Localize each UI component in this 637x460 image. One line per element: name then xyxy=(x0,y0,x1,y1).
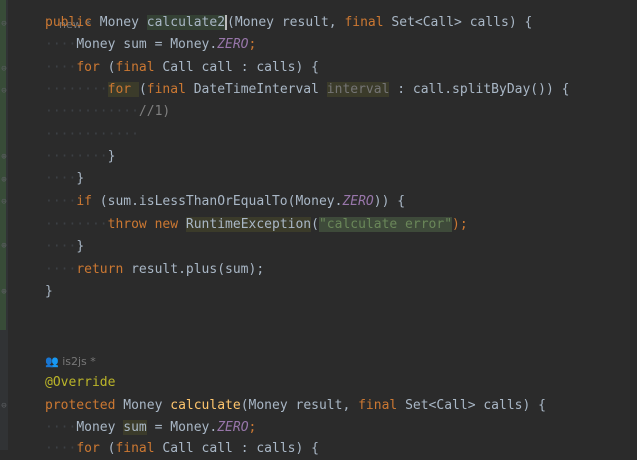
code-line[interactable]: ········throw new RuntimeException("calc… xyxy=(45,214,468,236)
code-line[interactable]: ····Money sum = Money.ZERO; xyxy=(45,34,256,56)
code-line[interactable]: ····Money sum = Money.ZERO; xyxy=(45,417,256,439)
code-line[interactable]: ········for (final DateTimeInterval inte… xyxy=(45,79,569,101)
code-line[interactable]: ········} xyxy=(45,146,115,168)
fold-icon[interactable]: ⊖ xyxy=(0,402,8,411)
code-author-hint: 👥 is2js * xyxy=(45,355,96,368)
code-line[interactable]: } xyxy=(45,281,53,303)
code-line[interactable]: ····} xyxy=(45,168,84,190)
code-line[interactable]: ····return result.plus(sum); xyxy=(45,259,264,281)
fold-icon[interactable]: ⊖ xyxy=(0,65,8,74)
code-line[interactable]: ············ xyxy=(45,124,139,146)
code-line[interactable]: ····} xyxy=(45,236,84,258)
fold-icon[interactable]: ⊖ xyxy=(0,87,8,96)
fold-icon[interactable]: ⊖ xyxy=(0,20,8,29)
users-icon: 👥 xyxy=(45,355,59,368)
vcs-change-marker xyxy=(0,0,6,330)
code-line[interactable]: ············//1) xyxy=(45,101,170,123)
fold-icon[interactable]: ⊕ xyxy=(0,176,8,185)
fold-icon[interactable]: ⊕ xyxy=(0,153,8,162)
code-line[interactable]: public Money calculate2 (Money result, fi… xyxy=(45,12,532,34)
code-line[interactable]: ····for (final Call call : calls) { xyxy=(45,57,319,79)
method-name: calculate2 xyxy=(146,15,226,30)
fold-icon[interactable]: ⊖ xyxy=(0,198,8,207)
code-line[interactable]: ····for (final Call call : calls) { xyxy=(45,438,319,460)
fold-icon[interactable]: ⊕ xyxy=(0,242,8,251)
code-line[interactable]: @Override xyxy=(45,372,115,394)
code-line[interactable]: protected Money calculate(Money result, … xyxy=(45,395,546,417)
fold-icon[interactable]: ⊕ xyxy=(0,288,8,297)
code-line[interactable]: ····if (sum.isLessThanOrEqualTo(Money.ZE… xyxy=(45,191,405,213)
